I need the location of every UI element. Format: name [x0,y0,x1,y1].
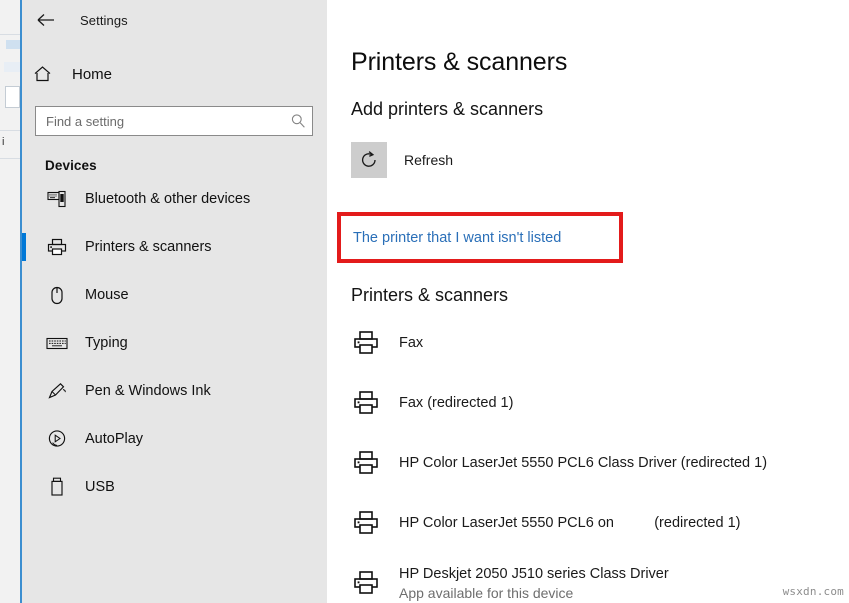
refresh-button[interactable]: Refresh [351,142,521,178]
search-box[interactable] [35,106,313,136]
printer-list-item[interactable]: HP Deskjet 2050 J510 series Class Driver… [329,553,849,603]
background-window-strip: i [0,0,20,603]
printer-icon [45,236,69,258]
home-icon [33,65,63,83]
sidebar-item-home[interactable]: Home [22,56,327,92]
sidebar-item-printers-scanners[interactable]: Printers & scanners [22,223,327,271]
main-content: Printers & scanners Add printers & scann… [329,0,849,603]
sidebar-item-label: USB [85,479,115,495]
sidebar-item-label: Bluetooth & other devices [85,191,250,207]
sidebar-group-title: Devices [45,158,327,173]
selection-accent [22,233,26,261]
bg-divider [0,34,20,35]
autoplay-icon [45,428,69,450]
printer-icon [351,388,381,418]
page-title: Printers & scanners [351,48,849,77]
sidebar-item-autoplay[interactable]: AutoPlay [22,415,327,463]
app-title: Settings [80,13,128,28]
bg-chip [6,40,20,49]
sidebar-item-bluetooth[interactable]: Bluetooth & other devices [22,175,327,223]
sidebar-item-label: AutoPlay [85,431,143,447]
printer-text: HP Deskjet 2050 J510 series Class Driver… [399,564,669,603]
printer-name: HP Color LaserJet 5550 PCL6 Class Driver… [399,455,767,471]
bg-chip [4,62,20,72]
printer-not-listed-link[interactable]: The printer that I want isn't listed [353,230,561,246]
printer-name: HP Color LaserJet 5550 PCL6 on (redirect… [399,515,740,531]
selection-accent [22,329,26,357]
selection-accent [22,185,26,213]
sidebar-item-label: Pen & Windows Ink [85,383,211,399]
refresh-icon [351,142,387,178]
sidebar-item-mouse[interactable]: Mouse [22,271,327,319]
printer-list-item[interactable]: Fax (redirected 1) [329,373,849,433]
sidebar-item-label: Typing [85,335,128,351]
keyboard-icon [45,332,69,354]
sidebar-item-typing[interactable]: Typing [22,319,327,367]
printer-text: Fax [399,333,423,353]
printer-not-listed-highlight[interactable]: The printer that I want isn't listed [337,212,623,263]
printer-name: HP Deskjet 2050 J510 series Class Driver [399,566,669,582]
printer-text: Fax (redirected 1) [399,393,513,413]
printer-list-item[interactable]: HP Color LaserJet 5550 PCL6 on (redirect… [329,493,849,553]
sidebar: Settings Home Devices [22,0,327,603]
usb-icon [45,476,69,498]
sidebar-item-usb[interactable]: USB [22,463,327,511]
settings-window: Settings Home Devices [20,0,849,603]
search-input[interactable] [46,114,290,129]
printer-name: Fax (redirected 1) [399,395,513,411]
printer-status: App available for this device [399,585,669,603]
bg-text: i [2,136,4,148]
printers-list: Fax Fax (redirected 1) [329,313,849,603]
add-printers-heading: Add printers & scanners [351,99,849,120]
selection-accent [22,281,26,309]
printer-list-item[interactable]: Fax [329,313,849,373]
printer-list-item[interactable]: HP Color LaserJet 5550 PCL6 Class Driver… [329,433,849,493]
bg-chip [5,86,20,108]
printer-text: HP Color LaserJet 5550 PCL6 Class Driver… [399,453,767,473]
printer-name: Fax [399,335,423,351]
titlebar: Settings [22,0,327,40]
sidebar-item-label: Mouse [85,287,129,303]
home-label: Home [72,66,112,83]
bluetooth-devices-icon [45,188,69,210]
search-icon [290,113,306,129]
sidebar-item-label: Printers & scanners [85,239,212,255]
printer-icon [351,508,381,538]
printer-icon [351,448,381,478]
mouse-icon [45,284,69,306]
refresh-label: Refresh [404,152,453,168]
bg-divider [0,130,20,131]
printers-list-heading: Printers & scanners [351,285,508,306]
watermark: wsxdn.com [783,585,844,598]
printer-icon [351,328,381,358]
back-arrow-icon [37,13,55,27]
selection-accent [22,377,26,405]
printer-text: HP Color LaserJet 5550 PCL6 on (redirect… [399,513,740,533]
sidebar-item-pen-windows-ink[interactable]: Pen & Windows Ink [22,367,327,415]
back-button[interactable] [30,5,62,35]
selection-accent [22,473,26,501]
printer-icon [351,568,381,598]
bg-divider [0,158,20,159]
selection-accent [22,425,26,453]
pen-icon [45,380,69,402]
